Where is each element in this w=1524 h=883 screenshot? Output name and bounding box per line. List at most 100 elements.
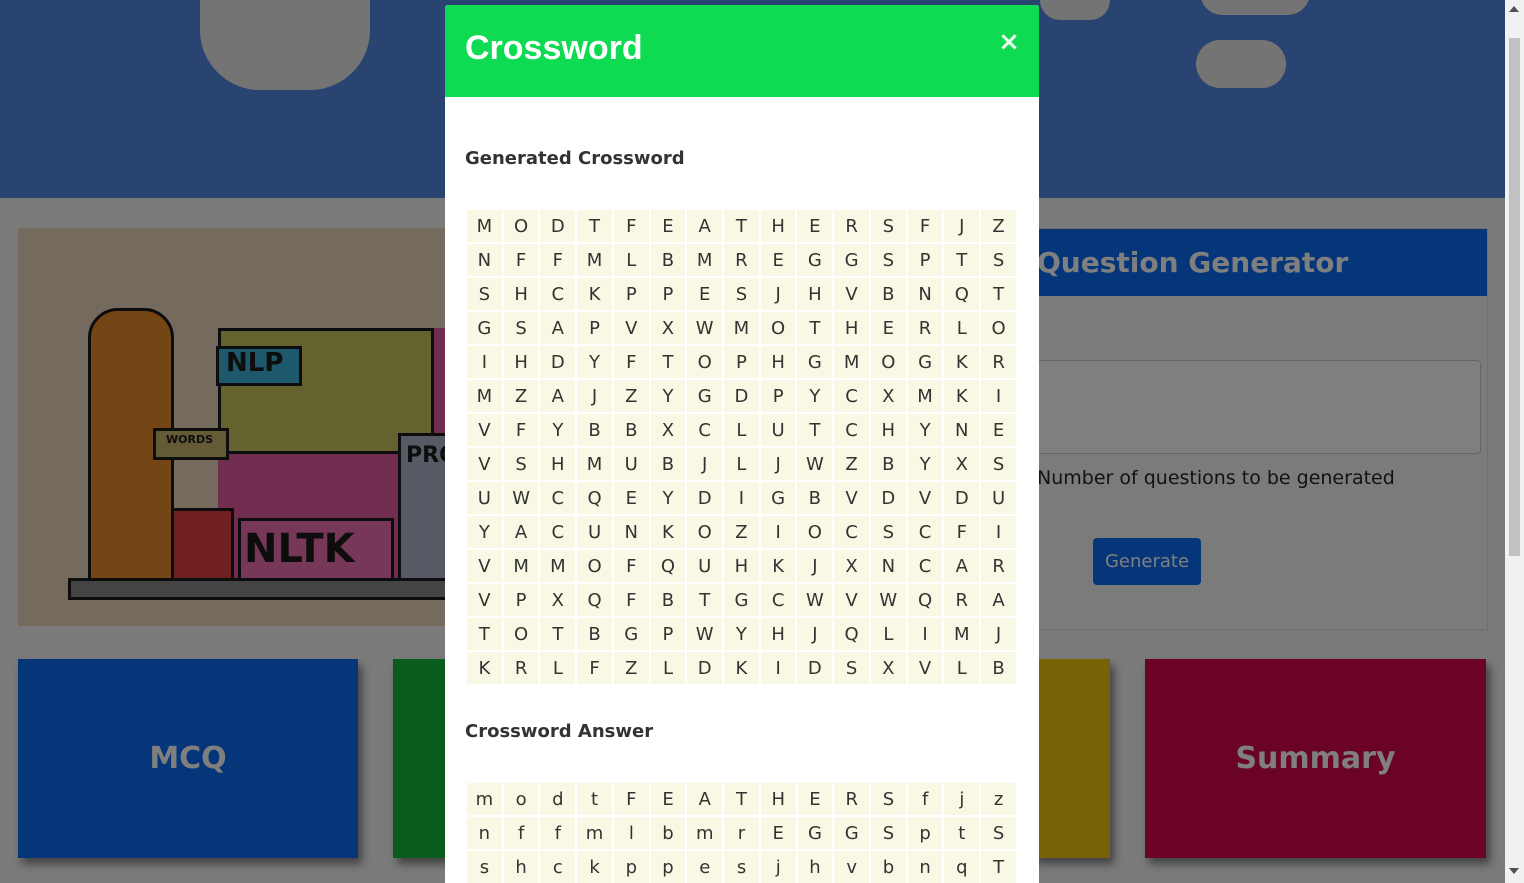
grid-cell: Y bbox=[797, 380, 833, 412]
grid-cell: S bbox=[871, 783, 906, 815]
grid-cell: S bbox=[870, 516, 906, 548]
grid-cell: D bbox=[687, 482, 723, 514]
grid-cell: C bbox=[907, 550, 943, 582]
grid-cell: H bbox=[724, 550, 759, 582]
grid-cell: B bbox=[650, 448, 686, 480]
grid-cell: s bbox=[467, 851, 502, 883]
grid-cell: W bbox=[687, 312, 723, 344]
grid-row: MODTFEATHERSFJZ bbox=[467, 210, 1016, 242]
grid-cell: Z bbox=[724, 516, 759, 548]
grid-cell: I bbox=[760, 652, 796, 684]
grid-cell: H bbox=[760, 783, 796, 815]
grid-cell: Y bbox=[577, 346, 612, 378]
answer-heading: Crossword Answer bbox=[465, 721, 654, 742]
grid-row: nffmlbmrEGGSptS bbox=[467, 817, 1016, 849]
grid-cell: M bbox=[467, 380, 502, 412]
grid-cell: D bbox=[870, 482, 906, 514]
grid-cell: G bbox=[834, 817, 870, 849]
grid-cell: R bbox=[981, 346, 1016, 378]
grid-cell: M bbox=[540, 550, 576, 582]
grid-cell: r bbox=[724, 817, 759, 849]
grid-cell: Z bbox=[613, 652, 649, 684]
grid-cell: E bbox=[797, 210, 833, 242]
grid-cell: N bbox=[467, 244, 502, 276]
grid-cell: T bbox=[981, 278, 1016, 310]
grid-cell: S bbox=[503, 448, 539, 480]
grid-cell: C bbox=[834, 380, 869, 412]
grid-cell: A bbox=[540, 380, 576, 412]
grid-cell: F bbox=[613, 210, 649, 242]
grid-cell: J bbox=[760, 448, 796, 480]
grid-cell: B bbox=[981, 652, 1016, 684]
scroll-down-icon[interactable] bbox=[1509, 868, 1519, 874]
grid-cell: Y bbox=[540, 414, 576, 446]
grid-cell: F bbox=[907, 210, 943, 242]
grid-cell: U bbox=[981, 482, 1016, 514]
grid-cell: S bbox=[981, 244, 1016, 276]
grid-cell: T bbox=[724, 783, 759, 815]
grid-cell: N bbox=[613, 516, 649, 548]
grid-cell: c bbox=[540, 851, 576, 883]
modal-title: Crossword bbox=[465, 29, 643, 67]
grid-cell: Y bbox=[724, 618, 759, 650]
grid-cell: U bbox=[687, 550, 723, 582]
grid-cell: B bbox=[613, 414, 649, 446]
grid-row: MZAJZYGDPYCXMKI bbox=[467, 380, 1016, 412]
grid-cell: M bbox=[467, 210, 502, 242]
grid-cell: C bbox=[760, 584, 796, 616]
grid-cell: X bbox=[834, 550, 869, 582]
grid-cell: X bbox=[944, 448, 980, 480]
grid-cell: I bbox=[981, 516, 1016, 548]
grid-cell: B bbox=[650, 244, 686, 276]
grid-cell: e bbox=[687, 851, 723, 883]
scroll-up-icon[interactable] bbox=[1509, 6, 1519, 12]
grid-row: KRLFZLDKIDSXVLB bbox=[467, 652, 1016, 684]
grid-cell: L bbox=[613, 244, 649, 276]
scroll-thumb[interactable] bbox=[1509, 38, 1520, 556]
grid-cell: F bbox=[503, 244, 539, 276]
grid-cell: T bbox=[797, 414, 833, 446]
grid-cell: V bbox=[907, 652, 943, 684]
grid-cell: q bbox=[944, 851, 980, 883]
grid-cell: P bbox=[503, 584, 539, 616]
grid-cell: X bbox=[650, 312, 686, 344]
grid-cell: Q bbox=[944, 278, 980, 310]
grid-cell: G bbox=[797, 244, 833, 276]
grid-cell: d bbox=[540, 783, 576, 815]
grid-cell: L bbox=[540, 652, 576, 684]
grid-cell: D bbox=[944, 482, 980, 514]
grid-cell: O bbox=[870, 346, 906, 378]
page-scrollbar[interactable] bbox=[1505, 0, 1524, 883]
grid-cell: M bbox=[577, 448, 612, 480]
grid-cell: R bbox=[724, 244, 759, 276]
grid-cell: B bbox=[870, 278, 906, 310]
grid-cell: L bbox=[870, 618, 906, 650]
grid-cell: p bbox=[650, 851, 686, 883]
close-icon[interactable]: × bbox=[997, 27, 1021, 57]
grid-cell: K bbox=[944, 380, 980, 412]
grid-cell: V bbox=[467, 584, 502, 616]
grid-row: SHCKPPESJHVBNQT bbox=[467, 278, 1016, 310]
grid-cell: R bbox=[981, 550, 1016, 582]
grid-cell: I bbox=[724, 482, 759, 514]
grid-cell: Y bbox=[907, 448, 943, 480]
grid-cell: K bbox=[467, 652, 502, 684]
grid-cell: W bbox=[687, 618, 723, 650]
grid-row: VFYBBXCLUTCHYNE bbox=[467, 414, 1016, 446]
grid-cell: T bbox=[467, 618, 502, 650]
grid-cell: S bbox=[724, 278, 759, 310]
grid-cell: P bbox=[650, 278, 686, 310]
grid-cell: M bbox=[687, 244, 723, 276]
grid-cell: o bbox=[503, 783, 539, 815]
grid-cell: z bbox=[981, 783, 1016, 815]
grid-cell: T bbox=[724, 210, 759, 242]
grid-cell: R bbox=[907, 312, 943, 344]
grid-cell: A bbox=[503, 516, 539, 548]
grid-cell: h bbox=[503, 851, 539, 883]
grid-cell: m bbox=[687, 817, 723, 849]
grid-cell: M bbox=[907, 380, 943, 412]
crossword-heading: Generated Crossword bbox=[465, 148, 685, 169]
modal-header: Crossword × bbox=[445, 5, 1039, 97]
grid-cell: U bbox=[577, 516, 612, 548]
grid-cell: f bbox=[503, 817, 539, 849]
